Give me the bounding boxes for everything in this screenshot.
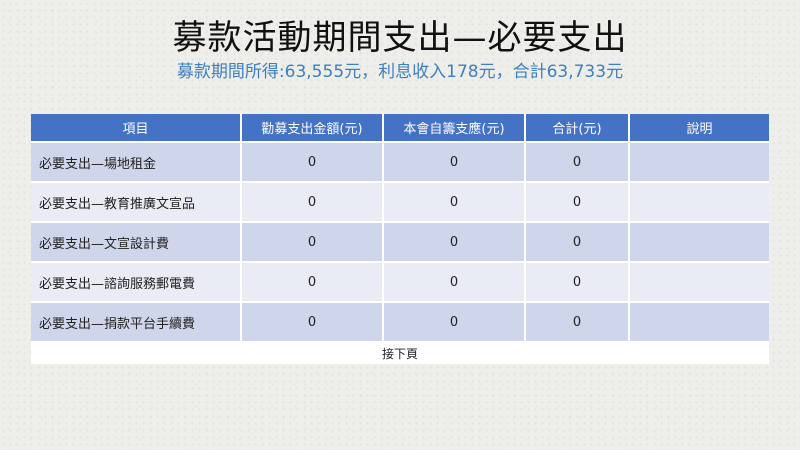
- note-cell: [629, 262, 769, 303]
- total-cell: 0: [525, 262, 630, 303]
- fundraising-cell: 0: [241, 182, 384, 223]
- fundraising-cell: 0: [241, 262, 384, 303]
- item-cell: 必要支出—捐款平台手續費: [31, 302, 242, 343]
- header-fundraising-amount: 勸募支出金額(元): [241, 114, 384, 143]
- continued-next-page-note: 接下頁: [31, 342, 769, 364]
- total-cell: 0: [525, 182, 630, 223]
- slide-subtitle: 募款期間所得:63,555元，利息收入178元，合計63,733元: [176, 62, 624, 82]
- item-cell: 必要支出—文宣設計費: [31, 222, 242, 263]
- note-cell: [629, 182, 769, 223]
- total-cell: 0: [525, 222, 630, 263]
- header-total: 合計(元): [525, 114, 630, 143]
- header-self-funded: 本會自籌支應(元): [383, 114, 526, 143]
- table-row: 必要支出—諮詢服務郵電費 0 0 0: [31, 262, 769, 303]
- fundraising-cell: 0: [241, 302, 384, 343]
- header-item: 項目: [31, 114, 242, 143]
- header-note: 說明: [629, 114, 769, 143]
- item-cell: 必要支出—場地租金: [31, 142, 242, 183]
- self-funded-cell: 0: [383, 182, 526, 223]
- table-row: 必要支出—場地租金 0 0 0: [31, 142, 769, 183]
- self-funded-cell: 0: [383, 302, 526, 343]
- table-row: 必要支出—教育推廣文宣品 0 0 0: [31, 182, 769, 223]
- fundraising-cell: 0: [241, 142, 384, 183]
- note-cell: [629, 142, 769, 183]
- self-funded-cell: 0: [383, 262, 526, 303]
- note-cell: [629, 302, 769, 343]
- expense-table: 項目 勸募支出金額(元) 本會自籌支應(元) 合計(元) 說明 必要支出—場地租…: [31, 114, 769, 364]
- note-cell: [629, 222, 769, 263]
- slide-title: 募款活動期間支出—必要支出: [172, 18, 628, 58]
- total-cell: 0: [525, 302, 630, 343]
- item-cell: 必要支出—教育推廣文宣品: [31, 182, 242, 223]
- table-row: 必要支出—捐款平台手續費 0 0 0: [31, 302, 769, 343]
- self-funded-cell: 0: [383, 142, 526, 183]
- table-header-row: 項目 勸募支出金額(元) 本會自籌支應(元) 合計(元) 說明: [31, 114, 769, 143]
- fundraising-cell: 0: [241, 222, 384, 263]
- table-footer-row: 接下頁: [31, 342, 769, 364]
- total-cell: 0: [525, 142, 630, 183]
- self-funded-cell: 0: [383, 222, 526, 263]
- item-cell: 必要支出—諮詢服務郵電費: [31, 262, 242, 303]
- table-row: 必要支出—文宣設計費 0 0 0: [31, 222, 769, 263]
